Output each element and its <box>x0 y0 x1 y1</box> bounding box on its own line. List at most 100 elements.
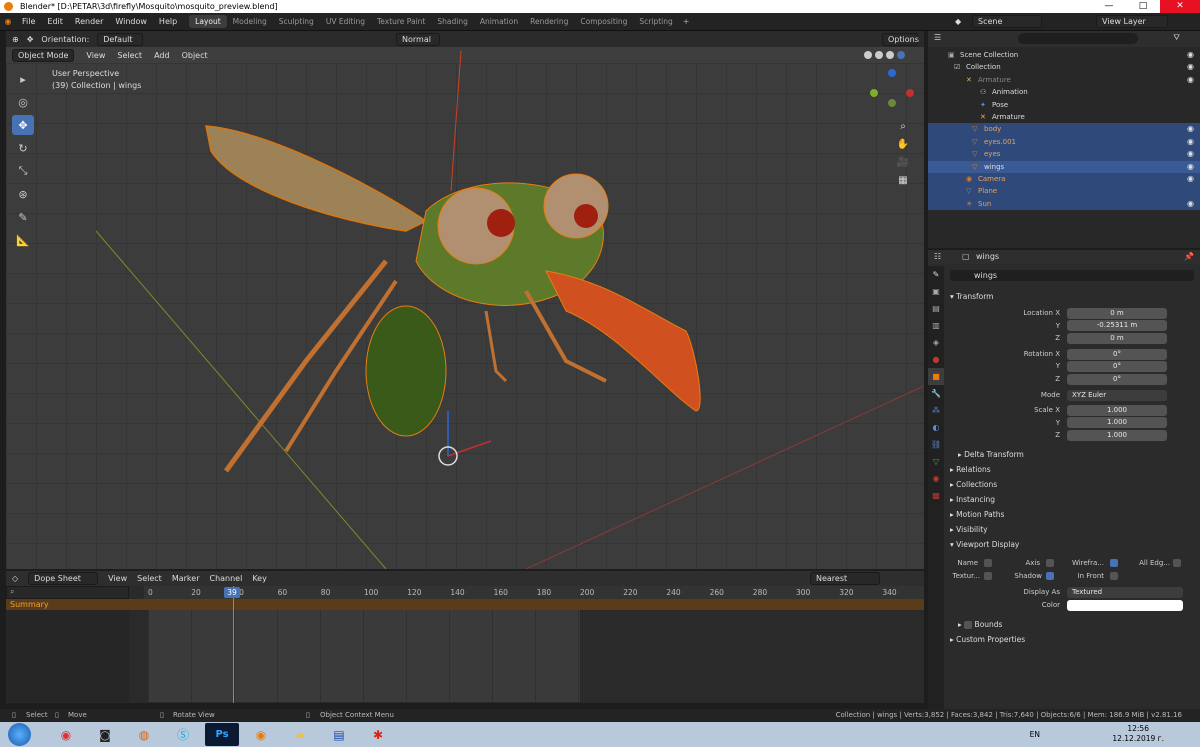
tab-sculpting[interactable]: Sculpting <box>273 15 320 28</box>
language-indicator[interactable]: EN <box>1030 730 1040 739</box>
texture-tab-icon[interactable]: ▩ <box>928 487 944 504</box>
texture-space-checkbox[interactable] <box>984 572 992 580</box>
add-workspace-icon[interactable]: + <box>679 17 694 26</box>
menu-edit[interactable]: Edit <box>41 17 69 26</box>
menu-file[interactable]: File <box>16 17 41 26</box>
maximize-button[interactable]: □ <box>1126 0 1160 13</box>
output-tab-icon[interactable]: ▤ <box>928 300 944 317</box>
outliner-row[interactable]: ▽ eyes ◉ <box>928 148 1200 161</box>
visibility-eye-icon[interactable]: ◉ <box>1187 148 1194 160</box>
dope-sheet[interactable]: ◇ Dope Sheet View Select Marker Channel … <box>6 571 924 703</box>
dope-sheet-mode-dropdown[interactable]: Dope Sheet <box>28 572 99 585</box>
scale-z-field[interactable]: 1.000 <box>1067 430 1167 441</box>
outliner-row[interactable]: ▽ wings ◉ <box>928 160 1200 173</box>
gizmo-z-icon[interactable] <box>888 69 896 77</box>
navigation-gizmo[interactable]: ⌕ ✋ 🎥 ▦ <box>866 67 916 227</box>
visibility-eye-icon[interactable]: ◉ <box>1187 198 1194 210</box>
outliner-row[interactable]: ☀ Sun ◉ <box>928 197 1200 211</box>
scene-tab-icon[interactable]: ◈ <box>928 334 944 351</box>
mosquito-model[interactable] <box>6 31 924 569</box>
physics-tab-icon[interactable]: ◐ <box>928 419 944 436</box>
gizmo-x-axis[interactable] <box>447 440 492 457</box>
view-layer-selector[interactable]: View Layer <box>1096 15 1168 28</box>
app-icon[interactable]: ◙ <box>88 723 122 746</box>
tl-menu-channel[interactable]: Channel <box>209 574 242 583</box>
tool-tab-icon[interactable]: ✎ <box>928 266 944 283</box>
visibility-eye-icon[interactable]: ◉ <box>1187 173 1194 185</box>
abdomen[interactable] <box>365 305 447 437</box>
summary-row[interactable]: Summary <box>6 599 924 610</box>
tab-texture-paint[interactable]: Texture Paint <box>371 15 431 28</box>
visibility-panel[interactable]: ▸ Visibility <box>950 525 988 534</box>
scene-selector[interactable]: Scene <box>972 15 1042 28</box>
custom-properties-panel[interactable]: ▸ Custom Properties <box>950 635 1025 644</box>
firefox-icon[interactable]: ◍ <box>127 723 161 746</box>
tab-compositing[interactable]: Compositing <box>574 15 633 28</box>
in-front-checkbox[interactable] <box>1110 572 1118 580</box>
chrome-icon[interactable]: ◉ <box>49 723 83 746</box>
frame-ruler[interactable]: 0204060801001201401601802002202402602803… <box>144 586 924 599</box>
tab-scripting[interactable]: Scripting <box>633 15 678 28</box>
scale-x-field[interactable]: 1.000 <box>1067 405 1167 416</box>
world-tab-icon[interactable]: ● <box>928 351 944 368</box>
outliner-row[interactable]: ▽ Plane <box>928 185 1200 198</box>
tab-modeling[interactable]: Modeling <box>227 15 273 28</box>
visibility-eye-icon[interactable]: ◉ <box>1187 123 1194 135</box>
data-tab-icon[interactable]: ▽ <box>928 453 944 470</box>
outliner-row[interactable]: ▽ eyes.001 ◉ <box>928 135 1200 149</box>
3d-viewport[interactable]: ⊕ ✥ Orientation: Default Normal Options … <box>6 31 924 569</box>
outliner-row[interactable]: ✦ Pose <box>928 99 1200 111</box>
system-clock[interactable]: 12:56 12.12.2019 г. <box>1112 724 1164 744</box>
tab-animation[interactable]: Animation <box>474 15 524 28</box>
tab-shading[interactable]: Shading <box>431 15 473 28</box>
collections-panel[interactable]: ▸ Collections <box>950 480 997 489</box>
dope-sheet-editor-icon[interactable]: ◇ <box>12 574 18 583</box>
delta-transform-panel[interactable]: ▸ Delta Transform <box>958 450 1024 459</box>
display-as-dropdown[interactable]: Textured <box>1067 587 1183 598</box>
motion-paths-panel[interactable]: ▸ Motion Paths <box>950 510 1004 519</box>
instancing-panel[interactable]: ▸ Instancing <box>950 495 995 504</box>
tab-uv-editing[interactable]: UV Editing <box>320 15 371 28</box>
object-name-field[interactable]: wings <box>950 270 1194 281</box>
snap-dropdown[interactable]: Nearest Frame <box>810 572 880 595</box>
visibility-eye-icon[interactable]: ◉ <box>1187 61 1194 73</box>
playhead[interactable] <box>233 586 234 703</box>
outliner-row[interactable]: ⚇ Animation <box>928 86 1200 98</box>
blender-menu-icon[interactable]: ◉ <box>0 17 16 26</box>
outliner-row[interactable]: ✕ Armature ◉ <box>928 74 1200 86</box>
all-edges-checkbox[interactable] <box>1173 559 1181 567</box>
gizmo-y-icon[interactable] <box>870 89 878 97</box>
menu-help[interactable]: Help <box>153 17 183 26</box>
skype-icon[interactable]: Ⓢ <box>166 723 200 746</box>
rotation-y-field[interactable]: 0° <box>1067 361 1167 372</box>
zoom-icon[interactable]: ⌕ <box>896 121 910 135</box>
render-tab-icon[interactable]: ▣ <box>928 283 944 300</box>
photoshop-icon[interactable]: Ps <box>205 723 239 746</box>
blender-icon[interactable]: ◉ <box>244 723 278 746</box>
leg[interactable] <box>484 310 508 383</box>
viewport-display-panel[interactable]: ▾ Viewport Display <box>950 540 1019 549</box>
axis-checkbox[interactable] <box>1046 559 1054 567</box>
pan-hand-icon[interactable]: ✋ <box>896 139 910 153</box>
keyframe-area[interactable] <box>148 610 580 702</box>
gizmo-neg-y-icon[interactable] <box>888 99 896 107</box>
paint-icon[interactable]: ✱ <box>361 723 395 746</box>
tab-layout[interactable]: Layout <box>189 15 227 28</box>
bounds-panel[interactable]: ▸ Bounds <box>958 620 1002 629</box>
wireframe-checkbox[interactable] <box>1110 559 1118 567</box>
color-swatch[interactable] <box>1067 600 1183 611</box>
visibility-eye-icon[interactable]: ◉ <box>1187 74 1194 86</box>
outliner-row[interactable]: ▣ Scene Collection ◉ <box>928 49 1200 61</box>
gizmo-x-icon[interactable] <box>906 89 914 97</box>
leg[interactable] <box>223 259 388 473</box>
location-z-field[interactable]: 0 m <box>1067 333 1167 344</box>
outliner-row[interactable]: ☑ Collection ◉ <box>928 61 1200 73</box>
properties-editor[interactable]: ☷ ▢ wings 📌 ✎ ▣ ▤ ▥ ◈ ● ■ 🔧 ⁂ ◐ ⛓ ▽ ◉ ▩ … <box>928 250 1200 710</box>
grid-view-icon[interactable]: ▦ <box>896 175 910 189</box>
tl-menu-view[interactable]: View <box>108 574 127 583</box>
menu-render[interactable]: Render <box>69 17 109 26</box>
transform-panel-header[interactable]: ▾ Transform <box>950 292 993 301</box>
material-tab-icon[interactable]: ◉ <box>928 470 944 487</box>
outliner-row[interactable]: ◉ Camera ◉ <box>928 173 1200 186</box>
outliner-row[interactable]: ▽ body ◉ <box>928 123 1200 136</box>
